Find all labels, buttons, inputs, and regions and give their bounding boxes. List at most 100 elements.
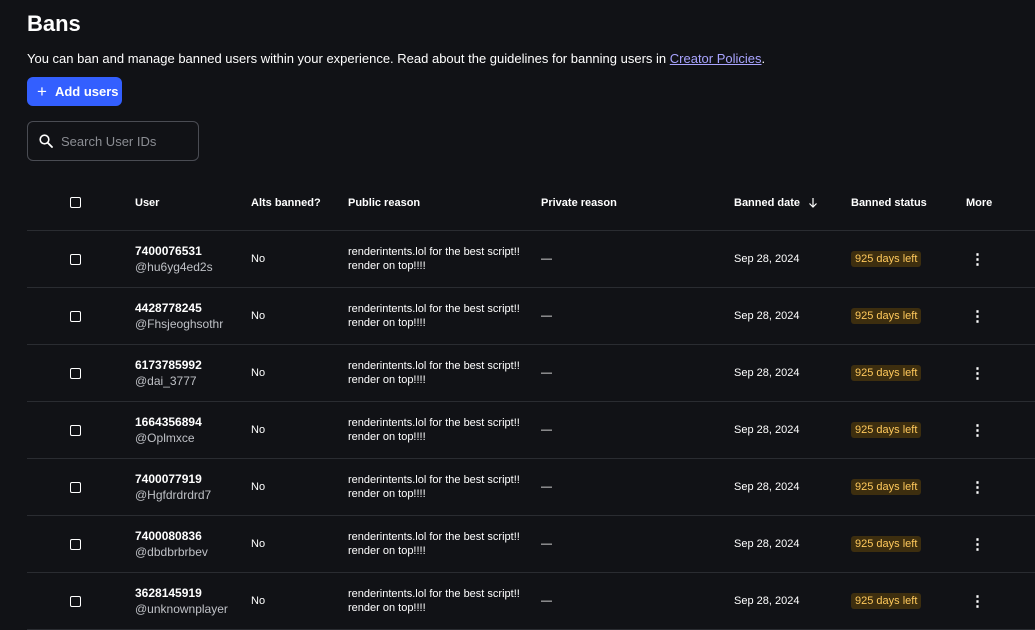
row-checkbox[interactable] bbox=[70, 310, 81, 322]
vertical-dots-icon[interactable]: ⋮ bbox=[970, 478, 985, 496]
search-box[interactable] bbox=[27, 121, 199, 161]
user-id[interactable]: 7400080836 bbox=[135, 528, 202, 544]
user-cell: 7400080836 @dbdbrbrbev bbox=[135, 516, 208, 572]
username: @unknownplayer bbox=[135, 602, 228, 616]
user-cell: 7400076531 @hu6yg4ed2s bbox=[135, 231, 213, 287]
vertical-dots-icon[interactable]: ⋮ bbox=[970, 535, 985, 553]
description-end: . bbox=[761, 51, 766, 66]
username: @dbdbrbrbev bbox=[135, 545, 208, 559]
description-text: You can ban and manage banned users with… bbox=[27, 51, 667, 66]
user-cell: 7400077919 @Hgfdrdrdrd7 bbox=[135, 459, 211, 515]
column-header-banned-date[interactable]: Banned date bbox=[734, 175, 818, 230]
search-input[interactable] bbox=[61, 133, 181, 149]
plus-icon: + bbox=[37, 82, 47, 101]
user-cell: 6173785992 @dai_3777 bbox=[135, 345, 202, 401]
username: @Hgfdrdrdrd7 bbox=[135, 488, 212, 502]
public-reason-line-2: render on top!!!! bbox=[348, 374, 426, 386]
row-checkbox[interactable] bbox=[70, 424, 81, 436]
column-header-public-reason: Public reason bbox=[348, 196, 421, 209]
private-reason-value: — bbox=[541, 424, 552, 436]
alts-banned-value: No bbox=[251, 538, 266, 550]
user-cell: 1664356894 @Oplmxce bbox=[135, 402, 202, 458]
column-header-user: User bbox=[135, 196, 160, 209]
public-reason-line-2: render on top!!!! bbox=[348, 602, 426, 614]
user-cell: 4428778245 @Fhsjeoghsothr bbox=[135, 288, 223, 344]
vertical-dots-icon[interactable]: ⋮ bbox=[970, 364, 985, 382]
status-badge: 925 days left bbox=[851, 365, 922, 381]
table-row: 7400080836 @dbdbrbrbev No renderintents.lol… bbox=[27, 516, 1035, 573]
creator-policies-link[interactable]: Creator Policies bbox=[670, 51, 762, 66]
user-id[interactable]: 3628145919 bbox=[135, 585, 202, 601]
status-badge: 925 days left bbox=[851, 593, 922, 609]
row-checkbox[interactable] bbox=[70, 481, 81, 493]
alts-banned-value: No bbox=[251, 424, 266, 436]
table-row: 6173785992 @dai_3777 No renderintents.lol f… bbox=[27, 345, 1035, 402]
public-reason-line-1: renderintents.lol for the best script!! bbox=[348, 246, 520, 258]
private-reason-value: — bbox=[541, 538, 552, 550]
alts-banned-value: No bbox=[251, 310, 266, 322]
banned-date-value: Sep 28, 2024 bbox=[734, 310, 800, 322]
page-description: You can ban and manage banned users with… bbox=[27, 51, 765, 66]
alts-banned-value: No bbox=[251, 253, 266, 265]
row-checkbox[interactable] bbox=[70, 253, 81, 265]
user-id[interactable]: 6173785992 bbox=[135, 357, 202, 373]
bans-table: User Alts banned? Public reason Private … bbox=[27, 175, 1035, 630]
username: @dai_3777 bbox=[135, 374, 197, 388]
add-users-button[interactable]: + Add users bbox=[27, 77, 122, 106]
public-reason-line-1: renderintents.lol for the best script!! bbox=[348, 360, 520, 372]
table-header: User Alts banned? Public reason Private … bbox=[27, 175, 1035, 231]
username: @Fhsjeoghsothr bbox=[135, 317, 224, 331]
public-reason-cell: renderintents.lol for the best script!! r… bbox=[348, 231, 520, 287]
username: @hu6yg4ed2s bbox=[135, 260, 213, 274]
row-checkbox[interactable] bbox=[70, 538, 81, 550]
status-badge: 925 days left bbox=[851, 536, 922, 552]
alts-banned-value: No bbox=[251, 481, 266, 493]
column-header-banned-status: Banned status bbox=[851, 196, 927, 209]
status-badge: 925 days left bbox=[851, 308, 922, 324]
table-row: 1664356894 @Oplmxce No renderintents.lol fo… bbox=[27, 402, 1035, 459]
table-row: 7400076531 @hu6yg4ed2s No renderintents.lol… bbox=[27, 231, 1035, 288]
alts-banned-value: No bbox=[251, 367, 266, 379]
user-id[interactable]: 7400077919 bbox=[135, 471, 202, 487]
column-header-private-reason: Private reason bbox=[541, 196, 617, 209]
public-reason-cell: renderintents.lol for the best script!! r… bbox=[348, 288, 520, 344]
table-row: 3628145919 @unknownplayer No renderintents.… bbox=[27, 573, 1035, 630]
public-reason-line-2: render on top!!!! bbox=[348, 431, 426, 443]
banned-date-value: Sep 28, 2024 bbox=[734, 253, 800, 265]
private-reason-value: — bbox=[541, 367, 552, 379]
user-id[interactable]: 4428778245 bbox=[135, 300, 202, 316]
public-reason-line-1: renderintents.lol for the best script!! bbox=[348, 474, 520, 486]
vertical-dots-icon[interactable]: ⋮ bbox=[970, 307, 985, 325]
private-reason-value: — bbox=[541, 253, 552, 265]
search-icon bbox=[39, 134, 53, 148]
status-badge: 925 days left bbox=[851, 422, 922, 438]
vertical-dots-icon[interactable]: ⋮ bbox=[970, 592, 985, 610]
banned-date-value: Sep 28, 2024 bbox=[734, 538, 800, 550]
private-reason-value: — bbox=[541, 595, 552, 607]
public-reason-cell: renderintents.lol for the best script!! r… bbox=[348, 345, 520, 401]
user-id[interactable]: 7400076531 bbox=[135, 243, 202, 259]
page-title: Bans bbox=[27, 11, 81, 36]
status-badge: 925 days left bbox=[851, 251, 922, 267]
table-row: 7400077919 @Hgfdrdrdrd7 No renderintents.lo… bbox=[27, 459, 1035, 516]
select-all-checkbox[interactable] bbox=[70, 197, 81, 208]
public-reason-line-2: render on top!!!! bbox=[348, 260, 426, 272]
banned-date-value: Sep 28, 2024 bbox=[734, 595, 800, 607]
vertical-dots-icon[interactable]: ⋮ bbox=[970, 250, 985, 268]
vertical-dots-icon[interactable]: ⋮ bbox=[970, 421, 985, 439]
username: @Oplmxce bbox=[135, 431, 195, 445]
private-reason-value: — bbox=[541, 481, 552, 493]
row-checkbox[interactable] bbox=[70, 595, 81, 607]
public-reason-line-2: render on top!!!! bbox=[348, 317, 426, 329]
public-reason-line-2: render on top!!!! bbox=[348, 545, 426, 557]
user-cell: 3628145919 @unknownplayer bbox=[135, 573, 228, 629]
user-id[interactable]: 1664356894 bbox=[135, 414, 202, 430]
private-reason-value: — bbox=[541, 310, 552, 322]
banned-date-label: Banned date bbox=[734, 196, 801, 209]
public-reason-cell: renderintents.lol for the best script!! r… bbox=[348, 516, 520, 572]
table-body: 7400076531 @hu6yg4ed2s No renderintents.lol… bbox=[27, 231, 1035, 630]
banned-date-value: Sep 28, 2024 bbox=[734, 367, 800, 379]
column-header-more: More bbox=[966, 196, 993, 209]
public-reason-cell: renderintents.lol for the best script!! r… bbox=[348, 402, 520, 458]
row-checkbox[interactable] bbox=[70, 367, 81, 379]
